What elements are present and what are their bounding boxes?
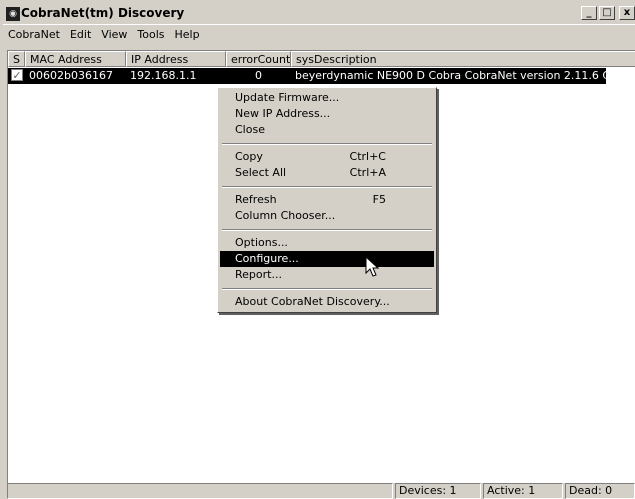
status-cell: ✓ (8, 68, 25, 84)
menu-separator (222, 143, 432, 145)
menu-item-options[interactable]: Options... (220, 235, 434, 251)
menu-item-label: Report... (235, 268, 282, 281)
menu-item-label: Select All (235, 166, 287, 179)
menu-item-report[interactable]: Report... (220, 267, 434, 283)
title-bar[interactable]: ◉ CobraNet(tm) Discovery _ □ x (3, 4, 635, 25)
menu-item-shortcut: F5 (372, 193, 386, 206)
context-menu: Update Firmware... New IP Address... Clo… (217, 87, 437, 313)
column-header-mac-address[interactable]: MAC Address (25, 51, 126, 67)
menu-help[interactable]: Help (170, 25, 205, 43)
menu-item-update-firmware[interactable]: Update Firmware... (220, 90, 434, 106)
error-count-cell: 0 (255, 69, 262, 82)
menu-item-copy[interactable]: Copy Ctrl+C (220, 149, 434, 165)
status-devices: Devices: 1 (395, 483, 481, 499)
menu-item-label: About CobraNet Discovery... (235, 295, 390, 308)
minimize-button[interactable]: _ (581, 6, 597, 20)
window-title: CobraNet(tm) Discovery (21, 6, 185, 20)
close-button[interactable]: x (619, 6, 635, 20)
column-header-ip-address[interactable]: IP Address (126, 51, 226, 67)
menu-view[interactable]: View (96, 25, 132, 43)
mouse-pointer-icon (365, 256, 380, 277)
menu-item-label: Refresh (235, 193, 277, 206)
menu-cobranet[interactable]: CobraNet (3, 25, 65, 43)
app-window: ◉ CobraNet(tm) Discovery _ □ x CobraNet … (0, 0, 635, 499)
menu-item-column-chooser[interactable]: Column Chooser... (220, 208, 434, 224)
table-row[interactable]: ✓ 00602b036167 192.168.1.1 0 beyerdynami… (8, 68, 606, 84)
menu-item-label: Update Firmware... (235, 91, 340, 104)
menu-item-label: Column Chooser... (235, 209, 336, 222)
menu-item-configure[interactable]: Configure... (220, 251, 434, 267)
menu-bar: CobraNet Edit View Tools Help (3, 25, 635, 43)
list-header: S MAC Address IP Address errorCount sysD… (8, 51, 635, 67)
maximize-button[interactable]: □ (599, 6, 615, 20)
menu-item-new-ip-address[interactable]: New IP Address... (220, 106, 434, 122)
menu-item-label: Configure... (235, 252, 299, 265)
menu-item-select-all[interactable]: Select All Ctrl+A (220, 165, 434, 181)
status-panel-main (7, 483, 393, 499)
sys-description-cell: beyerdynamic NE900 D Cobra CobraNet vers… (295, 69, 606, 82)
menu-item-label: Copy (235, 150, 263, 163)
menu-edit[interactable]: Edit (65, 25, 96, 43)
checkmark-icon: ✓ (11, 69, 23, 82)
menu-item-refresh[interactable]: Refresh F5 (220, 192, 434, 208)
menu-item-shortcut: Ctrl+A (349, 166, 386, 179)
ip-address-cell: 192.168.1.1 (130, 69, 197, 82)
menu-tools[interactable]: Tools (132, 25, 169, 43)
menu-item-shortcut: Ctrl+C (349, 150, 386, 163)
column-header-status[interactable]: S (8, 51, 25, 67)
column-header-sys-description[interactable]: sysDescription (291, 51, 635, 67)
menu-separator (222, 229, 432, 231)
mac-address-cell: 00602b036167 (29, 69, 113, 82)
menu-item-label: New IP Address... (235, 107, 331, 120)
status-bar: Devices: 1 Active: 1 Dead: 0 (7, 483, 635, 499)
column-header-error-count[interactable]: errorCount (226, 51, 291, 67)
menu-item-close[interactable]: Close (220, 122, 434, 138)
cobranet-app-icon[interactable]: ◉ (6, 7, 20, 21)
menu-item-about[interactable]: About CobraNet Discovery... (220, 294, 434, 310)
status-active: Active: 1 (483, 483, 563, 499)
menu-separator (222, 288, 432, 290)
status-dead: Dead: 0 (565, 483, 635, 499)
menu-item-label: Options... (235, 236, 288, 249)
menu-item-label: Close (235, 123, 265, 136)
menu-separator (222, 186, 432, 188)
